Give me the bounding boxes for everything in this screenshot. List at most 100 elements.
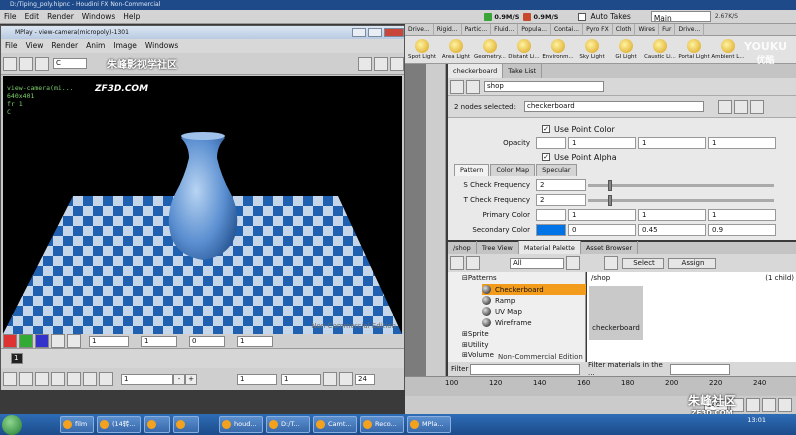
compare-icon[interactable] xyxy=(374,56,388,71)
slider-handle[interactable] xyxy=(608,194,612,206)
tree-volume[interactable]: ⊞ Volume xyxy=(462,351,494,359)
forward-arrow-icon[interactable] xyxy=(466,79,480,94)
shelf-tab[interactable]: Wires xyxy=(635,23,660,36)
secondary-g[interactable]: 0.45 xyxy=(638,224,706,236)
alpha-channel-icon[interactable] xyxy=(51,334,65,348)
tab-take-list[interactable]: Take List xyxy=(503,64,543,78)
caustic-light-tool[interactable]: Caustic Li... xyxy=(643,39,677,60)
cube-icon[interactable] xyxy=(762,398,776,412)
t-check-field[interactable]: 2 xyxy=(536,194,586,206)
sky-light-tool[interactable]: Sky Light xyxy=(575,39,609,60)
use-point-alpha-checkbox[interactable]: ✓ xyxy=(542,153,550,161)
menu-windows[interactable]: Windows xyxy=(78,10,119,24)
overlay-icon[interactable] xyxy=(19,56,33,71)
loop-icon[interactable] xyxy=(323,372,337,386)
material-filter-input[interactable] xyxy=(670,363,730,375)
chevron-down-icon[interactable] xyxy=(566,256,580,270)
menu-edit[interactable]: Edit xyxy=(21,10,44,24)
mplay-menu-view[interactable]: View xyxy=(22,39,48,53)
taskbar-clock[interactable]: 13:01 xyxy=(747,416,766,424)
auto-takes-toggle[interactable]: Auto Takes xyxy=(578,10,631,24)
stop-icon[interactable] xyxy=(51,372,65,386)
step-forward-icon[interactable] xyxy=(83,372,97,386)
tree-item-wireframe[interactable]: Wireframe xyxy=(482,318,532,327)
close-icon[interactable] xyxy=(384,28,404,37)
display-mode-icon[interactable] xyxy=(3,56,17,71)
shelf-tab[interactable]: Drive... xyxy=(675,23,705,36)
maximize-icon[interactable] xyxy=(368,28,382,37)
secondary-color-swatch[interactable] xyxy=(536,224,566,236)
gamma-field[interactable]: 1 xyxy=(89,335,129,347)
white-point-field[interactable]: 1 xyxy=(237,335,273,347)
menu-render[interactable]: Render xyxy=(43,10,78,24)
snapshot-icon[interactable] xyxy=(358,56,372,71)
play-icon[interactable] xyxy=(67,372,81,386)
opacity-swatch[interactable] xyxy=(536,137,566,149)
assign-button[interactable]: Assign xyxy=(668,257,716,269)
shelf-tab[interactable]: Contai... xyxy=(551,23,584,36)
main-timeline[interactable]: 100 120 140 160 180 200 220 240 xyxy=(405,376,796,396)
first-frame-icon[interactable] xyxy=(3,372,17,386)
frame-decrement[interactable]: - xyxy=(173,373,185,385)
info-icon[interactable] xyxy=(750,99,764,114)
zoom-icon[interactable] xyxy=(390,56,404,71)
mplay-menu-anim[interactable]: Anim xyxy=(82,39,109,53)
gear-icon[interactable] xyxy=(67,334,81,348)
task-mplay[interactable]: MPla... xyxy=(407,416,451,433)
secondary-b[interactable]: 0.9 xyxy=(708,224,776,236)
spot-light-tool[interactable]: Spot Light xyxy=(405,39,439,60)
help-icon[interactable] xyxy=(734,99,748,114)
back-arrow-icon[interactable] xyxy=(450,79,464,94)
task-camtasia[interactable]: Camt... xyxy=(313,416,357,433)
task-houdini[interactable]: houd... xyxy=(219,416,263,433)
tab-material-palette[interactable]: Material Palette xyxy=(518,241,581,255)
slider-handle[interactable] xyxy=(608,179,612,191)
tab-checkerboard[interactable]: checkerboard xyxy=(448,64,504,78)
opacity-b[interactable]: 1 xyxy=(708,137,776,149)
geometry-light-tool[interactable]: Geometry... xyxy=(473,39,507,60)
primary-b[interactable]: 1 xyxy=(708,209,776,221)
step-back-icon[interactable] xyxy=(19,372,33,386)
primary-g[interactable]: 1 xyxy=(638,209,706,221)
mplay-timeline[interactable]: 1 xyxy=(1,348,404,368)
tab-pattern[interactable]: Pattern xyxy=(454,164,490,176)
node-name-field[interactable]: checkerboard xyxy=(524,101,704,112)
environment-light-tool[interactable]: Environm... xyxy=(541,39,575,60)
current-frame-field[interactable]: 1 xyxy=(121,373,173,385)
mplay-menu-file[interactable]: File xyxy=(1,39,22,53)
home-icon[interactable] xyxy=(450,256,464,270)
task-item[interactable] xyxy=(144,416,170,433)
shelf-tab[interactable]: Drive... xyxy=(405,23,434,36)
s-check-slider[interactable] xyxy=(588,179,774,191)
t-check-slider[interactable] xyxy=(588,194,774,206)
primary-r[interactable]: 1 xyxy=(568,209,636,221)
play-back-icon[interactable] xyxy=(35,372,49,386)
fps-icon[interactable] xyxy=(339,372,353,386)
use-point-color-checkbox[interactable]: ✓ xyxy=(542,125,550,133)
shelf-tab[interactable]: Pyro FX xyxy=(583,23,613,36)
ambient-light-tool[interactable]: Ambient L... xyxy=(711,39,745,60)
tree-item-uv-map[interactable]: UV Map xyxy=(482,307,522,316)
gear-icon[interactable] xyxy=(718,99,732,114)
task-item[interactable] xyxy=(173,416,199,433)
tree-item-checkerboard[interactable]: Checkerboard xyxy=(482,284,586,295)
search-icon[interactable] xyxy=(604,256,618,270)
tab-color-map[interactable]: Color Map xyxy=(490,164,536,176)
shelf-tab[interactable]: Partic... xyxy=(462,23,492,36)
opacity-g[interactable]: 1 xyxy=(638,137,706,149)
material-filter-select[interactable]: All xyxy=(510,257,564,269)
green-channel-icon[interactable] xyxy=(19,334,33,348)
fps-field[interactable]: 24 xyxy=(355,373,375,385)
red-channel-icon[interactable] xyxy=(3,334,17,348)
shelf-tab[interactable]: Cloth xyxy=(613,23,636,36)
blue-channel-icon[interactable] xyxy=(35,334,49,348)
brightness-field[interactable]: 1 xyxy=(141,335,177,347)
frame-increment[interactable]: + xyxy=(185,373,197,385)
tab-shop[interactable]: /shop xyxy=(448,241,477,255)
shelf-tab[interactable]: Fur xyxy=(659,23,676,36)
tree-item-ramp[interactable]: Ramp xyxy=(482,296,515,305)
distant-light-tool[interactable]: Distant Li... xyxy=(507,39,541,60)
menu-file[interactable]: File xyxy=(0,10,21,24)
opacity-r[interactable]: 1 xyxy=(568,137,636,149)
task-recorder[interactable]: Reco... xyxy=(360,416,404,433)
